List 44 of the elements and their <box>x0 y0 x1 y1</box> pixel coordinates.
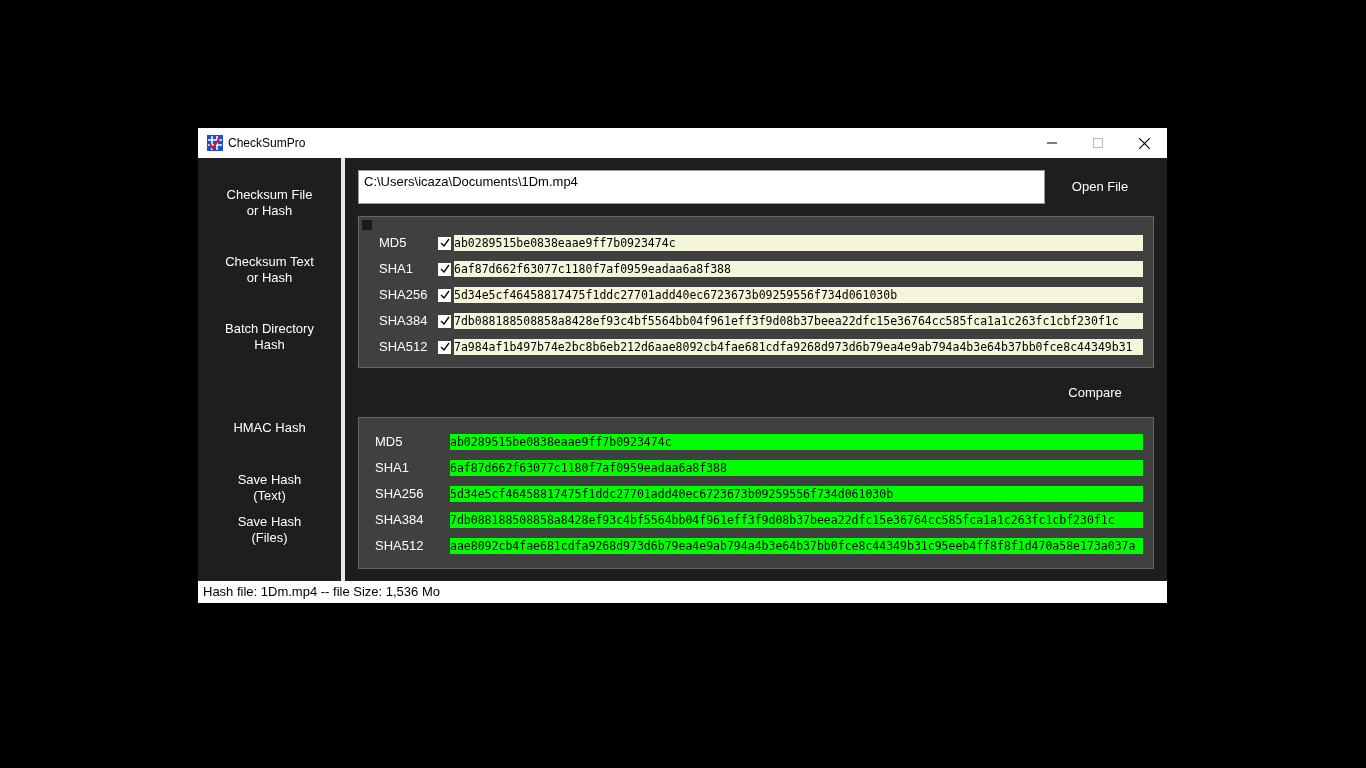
hash-checkbox[interactable] <box>438 262 451 276</box>
hash-value-field[interactable]: 5d34e5cf46458817475f1ddc27701add40ec6723673b09259556f734d061030b <box>454 287 1143 303</box>
sidebar-item[interactable]: Save Hash (Text) <box>198 462 341 514</box>
checkmark-icon <box>439 342 450 352</box>
file-path-field[interactable]: C:\Users\icaza\Documents\1Dm.mp4 <box>358 170 1045 204</box>
window-title: CheckSumPro <box>228 135 306 152</box>
algorithm-label: SHA512 <box>375 537 425 556</box>
open-file-button[interactable]: Open File <box>1045 170 1155 204</box>
sidebar-item[interactable]: HMAC Hash <box>198 387 341 455</box>
compare-hash-field[interactable]: 5d34e5cf46458817475f1ddc27701add40ec6723673b09259556f734d061030b <box>450 486 1143 502</box>
checkmark-icon <box>439 316 450 326</box>
close-icon[interactable] <box>1139 137 1150 149</box>
algorithm-label: SHA384 <box>375 511 425 530</box>
hash-checkbox[interactable] <box>438 288 451 302</box>
hash-value-field[interactable]: 7db088188508858a8428ef93c4bf5564bb04f961eff3f9d08b37beea22dfc15e36764cc585fca1a1c263fc1cbf230f1c <box>454 313 1143 329</box>
sidebar-item[interactable]: Checksum File or Hash <box>198 186 341 254</box>
compare-hash-field[interactable]: 7db088188508858a8428ef93c4bf5564bb04f961eff3f9d08b37beea22dfc15e36764cc585fca1a1c263fc1cbf230f1c <box>450 512 1143 528</box>
compare-button[interactable]: Compare <box>1035 382 1155 403</box>
hash-value-field[interactable]: 7a984af1b497b74e2bc8b6eb212d6aae8092cb4fae681cdfa9268d973d6b79ea4e9ab794a4b3e64b37bb0fce8c44349b31 <box>454 339 1143 355</box>
checkmark-icon <box>439 264 450 274</box>
algorithm-label: SHA1 <box>375 459 410 478</box>
checkmark-icon <box>439 238 450 248</box>
sidebar-item[interactable]: Save Hash (Files) <box>198 513 341 581</box>
algorithm-label: SHA1 <box>379 260 414 279</box>
hash-checkbox[interactable] <box>438 340 451 354</box>
hash-value-field[interactable]: 6af87d662f63077c1180f7af0959eadaa6a8f388 <box>454 261 1143 277</box>
hash-checkbox[interactable] <box>438 236 451 250</box>
algorithm-label: MD5 <box>375 433 404 452</box>
select-all-checkbox[interactable] <box>362 220 372 230</box>
checkmark-icon <box>439 290 450 300</box>
sidebar-item[interactable]: Batch Directory Hash <box>198 320 341 388</box>
hash-value-field[interactable]: ab0289515be0838eaae9ff7b0923474c <box>454 235 1143 251</box>
app-logo-icon <box>207 135 223 151</box>
algorithm-label: SHA256 <box>379 286 429 305</box>
compare-hash-field[interactable]: ab0289515be0838eaae9ff7b0923474c <box>450 434 1143 450</box>
compare-hash-field[interactable]: 6af87d662f63077c1180f7af0959eadaa6a8f388 <box>450 460 1143 476</box>
algorithm-label: MD5 <box>379 234 408 253</box>
algorithm-label: SHA256 <box>375 485 425 504</box>
hash-checkbox[interactable] <box>438 314 451 328</box>
status-bar: Hash file: 1Dm.mp4 -- file Size: 1,536 Mo <box>198 581 1167 603</box>
algorithm-label: SHA384 <box>379 312 429 331</box>
algorithm-label: SHA512 <box>379 338 429 357</box>
sidebar-item[interactable]: Checksum Text or Hash <box>198 253 341 321</box>
compare-hash-field[interactable]: aae8092cb4fae681cdfa9268d973d6b79ea4e9ab794a4b3e64b37bb0fce8c44349b31c95eeb4ff8f8f1d470a58e173a037a <box>450 538 1143 554</box>
